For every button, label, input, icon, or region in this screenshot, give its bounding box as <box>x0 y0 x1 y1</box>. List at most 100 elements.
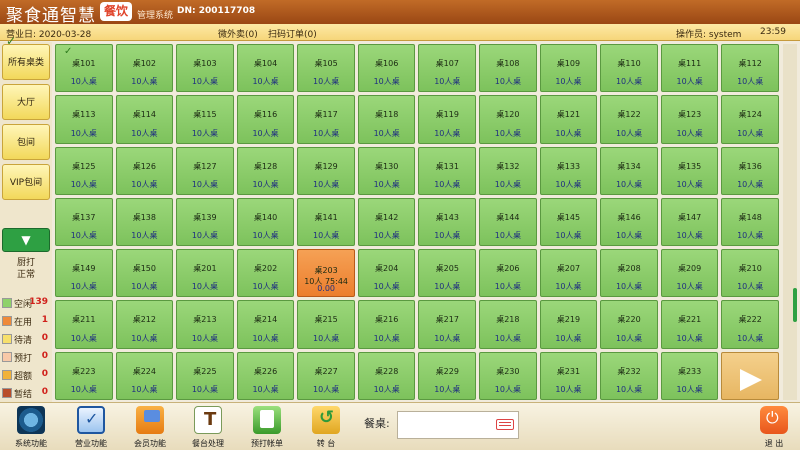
table-tile[interactable]: 桌124 10人桌 <box>721 95 779 144</box>
table-tile[interactable]: 桌141 10人桌 <box>297 197 355 247</box>
table-tile[interactable]: 桌103 10人桌 <box>176 44 234 93</box>
table-tile[interactable]: 桌209 10人桌 <box>660 249 719 298</box>
table-tile[interactable]: 桌232 10人桌 <box>600 351 658 400</box>
exit-button[interactable]: 退 出 <box>746 406 800 450</box>
table-tile[interactable]: 桌135 10人桌 <box>660 146 719 195</box>
table-tile[interactable]: 桌114 10人桌 <box>115 95 174 144</box>
table-tile[interactable]: 桌147 10人桌 <box>660 197 719 247</box>
table-tile[interactable]: 桌121 10人桌 <box>539 95 598 144</box>
table-tile[interactable]: 桌111 10人桌 <box>660 44 719 93</box>
table-tile[interactable]: 桌125 10人桌 <box>55 146 113 195</box>
table-tile[interactable]: 桌102 10人桌 <box>115 44 174 93</box>
table-tile[interactable]: 桌205 10人桌 <box>418 249 477 298</box>
table-tile[interactable]: 桌138 10人桌 <box>115 197 174 247</box>
table-tile[interactable]: 桌120 10人桌 <box>479 95 537 144</box>
table-tile[interactable]: 桌206 10人桌 <box>479 249 537 298</box>
scrollbar-thumb[interactable] <box>793 288 797 322</box>
table-tile[interactable]: 桌132 10人桌 <box>479 146 537 195</box>
table-tile[interactable]: 桌201 10人桌 <box>176 249 234 298</box>
table-tile[interactable]: 桌116 10人桌 <box>236 95 295 144</box>
table-tile[interactable]: 桌129 10人桌 <box>297 146 355 195</box>
table-tile[interactable]: 桌123 10人桌 <box>660 95 719 144</box>
table-tile[interactable]: 桌227 10人桌 <box>297 351 355 400</box>
vertical-scrollbar[interactable] <box>783 44 797 400</box>
member-functions-button[interactable]: 会员功能 <box>122 406 178 450</box>
table-tile[interactable]: 桌143 10人桌 <box>418 197 477 247</box>
table-tile[interactable]: 桌146 10人桌 <box>600 197 658 247</box>
table-tile[interactable]: 桌223 10人桌 <box>55 351 113 400</box>
table-tile[interactable]: 桌149 10人桌 <box>55 249 113 298</box>
category-vip-room[interactable]: VIP包间 <box>2 164 50 200</box>
keyboard-icon[interactable] <box>496 419 514 430</box>
table-tile[interactable]: 桌107 10人桌 <box>418 44 477 93</box>
table-tile[interactable]: 桌207 10人桌 <box>539 249 598 298</box>
table-tile[interactable]: 桌112 10人桌 <box>721 44 779 93</box>
table-tile[interactable]: 桌126 10人桌 <box>115 146 174 195</box>
table-tile[interactable]: 桌213 10人桌 <box>176 300 234 349</box>
table-tile[interactable]: 桌139 10人桌 <box>176 197 234 247</box>
table-tile[interactable]: 桌218 10人桌 <box>479 300 537 349</box>
table-tile[interactable]: 桌225 10人桌 <box>176 351 234 400</box>
table-tile[interactable]: 桌145 10人桌 <box>539 197 598 247</box>
table-tile[interactable]: 桌106 10人桌 <box>357 44 416 93</box>
category-all[interactable]: ✓ 所有桌类 <box>2 34 50 80</box>
table-tile[interactable]: 桌215 10人桌 <box>297 300 355 349</box>
table-tile[interactable]: 桌136 10人桌 <box>721 146 779 195</box>
table-tile[interactable]: 桌110 10人桌 <box>600 44 658 93</box>
table-tile[interactable]: 桌131 10人桌 <box>418 146 477 195</box>
scroll-down-button[interactable]: ▼ <box>2 228 50 252</box>
table-tile[interactable]: 桌117 10人桌 <box>297 95 355 144</box>
table-tile[interactable]: 桌216 10人桌 <box>357 300 416 349</box>
table-tile[interactable]: 桌233 10人桌 <box>660 351 719 400</box>
table-tile[interactable]: 桌231 10人桌 <box>539 351 598 400</box>
table-tile[interactable]: 桌211 10人桌 <box>55 300 113 349</box>
table-tile[interactable]: 桌119 10人桌 <box>418 95 477 144</box>
table-tile[interactable]: 桌219 10人桌 <box>539 300 598 349</box>
table-tile[interactable]: 桌128 10人桌 <box>236 146 295 195</box>
table-tile[interactable]: 桌214 10人桌 <box>236 300 295 349</box>
table-tile[interactable]: 桌104 10人桌 <box>236 44 295 93</box>
table-tile[interactable]: 桌228 10人桌 <box>357 351 416 400</box>
table-tile[interactable]: 桌202 10人桌 <box>236 249 295 298</box>
table-tile[interactable]: 桌118 10人桌 <box>357 95 416 144</box>
pre-print-bill-button[interactable]: 预打帐单 <box>239 406 295 450</box>
table-tile[interactable]: 桌105 10人桌 <box>297 44 355 93</box>
category-hall[interactable]: 大厅 <box>2 84 50 120</box>
table-tile[interactable]: 桌140 10人桌 <box>236 197 295 247</box>
table-tile[interactable]: 桌212 10人桌 <box>115 300 174 349</box>
table-tile[interactable]: 桌109 10人桌 <box>539 44 598 93</box>
system-functions-button[interactable]: 系统功能 <box>3 406 59 450</box>
table-tile[interactable]: ✓ 桌101 10人桌 <box>55 44 113 93</box>
table-tile[interactable]: 桌122 10人桌 <box>600 95 658 144</box>
table-tile[interactable]: 桌130 10人桌 <box>357 146 416 195</box>
table-tile[interactable]: 桌217 10人桌 <box>418 300 477 349</box>
table-tile[interactable]: 桌220 10人桌 <box>600 300 658 349</box>
table-tile[interactable]: 桌229 10人桌 <box>418 351 477 400</box>
business-functions-button[interactable]: 营业功能 <box>63 406 119 450</box>
scan-orders[interactable]: 扫码订单(0) <box>268 27 317 40</box>
table-tile[interactable]: 桌142 10人桌 <box>357 197 416 247</box>
table-tile[interactable]: 桌204 10人桌 <box>357 249 416 298</box>
table-tile[interactable]: 桌137 10人桌 <box>55 197 113 247</box>
table-tile[interactable]: 桌115 10人桌 <box>176 95 234 144</box>
table-tile[interactable]: 桌108 10人桌 <box>479 44 537 93</box>
table-tile[interactable]: 桌150 10人桌 <box>115 249 174 298</box>
table-tile[interactable]: 桌127 10人桌 <box>176 146 234 195</box>
table-tile[interactable]: 桌222 10人桌 <box>721 300 779 349</box>
table-tile[interactable]: 桌113 10人桌 <box>55 95 113 144</box>
table-tile[interactable]: 桌230 10人桌 <box>479 351 537 400</box>
takeout-orders[interactable]: 微外卖(0) <box>218 27 258 40</box>
next-page-button[interactable] <box>721 351 779 400</box>
table-tile[interactable]: 桌221 10人桌 <box>660 300 719 349</box>
table-tile[interactable]: 桌203 10人 75:44 0.00 <box>297 249 355 298</box>
transfer-table-button[interactable]: 转 台 <box>298 406 354 450</box>
table-tile[interactable]: 桌226 10人桌 <box>236 351 295 400</box>
table-tile[interactable]: 桌208 10人桌 <box>600 249 658 298</box>
table-tile[interactable]: 桌148 10人桌 <box>721 197 779 247</box>
table-tile[interactable]: 桌144 10人桌 <box>479 197 537 247</box>
table-tile[interactable]: 桌224 10人桌 <box>115 351 174 400</box>
category-private-room[interactable]: 包间 <box>2 124 50 160</box>
table-management-button[interactable]: 餐台处理 <box>180 406 236 450</box>
table-tile[interactable]: 桌210 10人桌 <box>721 249 779 298</box>
table-tile[interactable]: 桌134 10人桌 <box>600 146 658 195</box>
